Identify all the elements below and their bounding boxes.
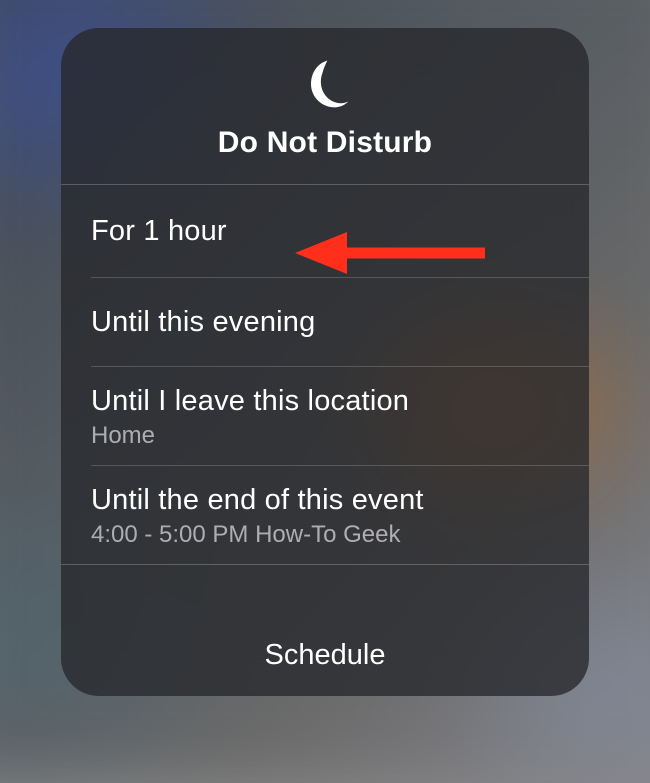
do-not-disturb-panel: Do Not Disturb For 1 hour Until this eve…: [61, 28, 589, 696]
moon-icon: [297, 56, 353, 112]
options-list: For 1 hour Until this evening Until I le…: [61, 185, 589, 617]
schedule-label: Schedule: [61, 639, 589, 672]
option-until-end-event[interactable]: Until the end of this event 4:00 - 5:00 …: [61, 466, 589, 565]
option-until-evening[interactable]: Until this evening: [61, 278, 589, 367]
option-until-leave-location[interactable]: Until I leave this location Home: [61, 367, 589, 466]
option-label: For 1 hour: [91, 215, 559, 248]
option-label: Until this evening: [91, 306, 559, 339]
option-for-1-hour[interactable]: For 1 hour: [61, 185, 589, 278]
schedule-button[interactable]: Schedule: [61, 617, 589, 696]
option-label: Until the end of this event: [91, 484, 559, 517]
option-label: Until I leave this location: [91, 385, 559, 418]
panel-title: Do Not Disturb: [218, 126, 432, 160]
option-sublabel: 4:00 - 5:00 PM How-To Geek: [91, 521, 559, 549]
panel-header: Do Not Disturb: [61, 28, 589, 185]
option-sublabel: Home: [91, 422, 559, 450]
